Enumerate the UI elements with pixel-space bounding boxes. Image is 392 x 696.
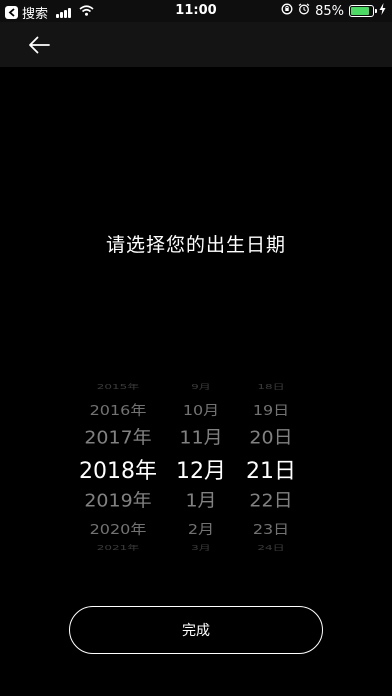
month-option[interactable]: 3月 xyxy=(168,543,234,552)
date-picker[interactable]: 2015年 2016年 2017年 2018年 2019年 2020年 2021年 9月 10… xyxy=(60,375,340,555)
year-option[interactable]: 2021年 xyxy=(60,543,176,552)
year-option[interactable]: 2020年 xyxy=(60,518,176,538)
day-column[interactable]: 18日 19日 20日 21日 22日 23日 24日 xyxy=(238,375,304,555)
year-selected[interactable]: 2018年 xyxy=(60,453,176,485)
year-option[interactable]: 2015年 xyxy=(60,382,176,391)
nav-bar xyxy=(0,22,392,67)
battery-fill xyxy=(351,7,369,15)
battery-icon xyxy=(349,5,377,17)
day-option[interactable]: 20日 xyxy=(238,424,304,450)
year-option[interactable]: 2016年 xyxy=(60,399,176,419)
birth-date-screen: 搜索 11:00 85% 请选择您的出生日期 2015年 2016年 2017年… xyxy=(0,0,392,696)
month-option[interactable]: 1月 xyxy=(168,487,234,513)
day-option[interactable]: 18日 xyxy=(238,382,304,391)
month-selected[interactable]: 12月 xyxy=(168,453,234,485)
status-bar: 搜索 11:00 85% xyxy=(0,0,392,22)
day-option[interactable]: 24日 xyxy=(238,543,304,552)
page-title: 请选择您的出生日期 xyxy=(105,234,286,256)
year-column[interactable]: 2015年 2016年 2017年 2018年 2019年 2020年 2021年 xyxy=(60,375,176,555)
month-column[interactable]: 9月 10月 11月 12月 1月 2月 3月 xyxy=(168,375,234,555)
day-option[interactable]: 22日 xyxy=(238,487,304,513)
status-right: 85% xyxy=(281,3,386,19)
year-option[interactable]: 2019年 xyxy=(60,487,176,513)
month-option[interactable]: 10月 xyxy=(168,399,234,419)
day-option[interactable]: 19日 xyxy=(238,399,304,419)
charging-icon xyxy=(379,3,386,19)
battery-percent: 85% xyxy=(315,3,344,19)
month-option[interactable]: 2月 xyxy=(168,518,234,538)
rotation-lock-icon xyxy=(281,3,293,19)
year-option[interactable]: 2017年 xyxy=(60,424,176,450)
month-option[interactable]: 11月 xyxy=(168,424,234,450)
alarm-icon xyxy=(298,3,310,19)
day-option[interactable]: 23日 xyxy=(238,518,304,538)
day-selected[interactable]: 21日 xyxy=(238,453,304,485)
back-button[interactable] xyxy=(22,30,56,60)
arrow-left-icon xyxy=(29,36,50,54)
month-option[interactable]: 9月 xyxy=(168,382,234,391)
done-button[interactable]: 完成 xyxy=(69,606,323,654)
